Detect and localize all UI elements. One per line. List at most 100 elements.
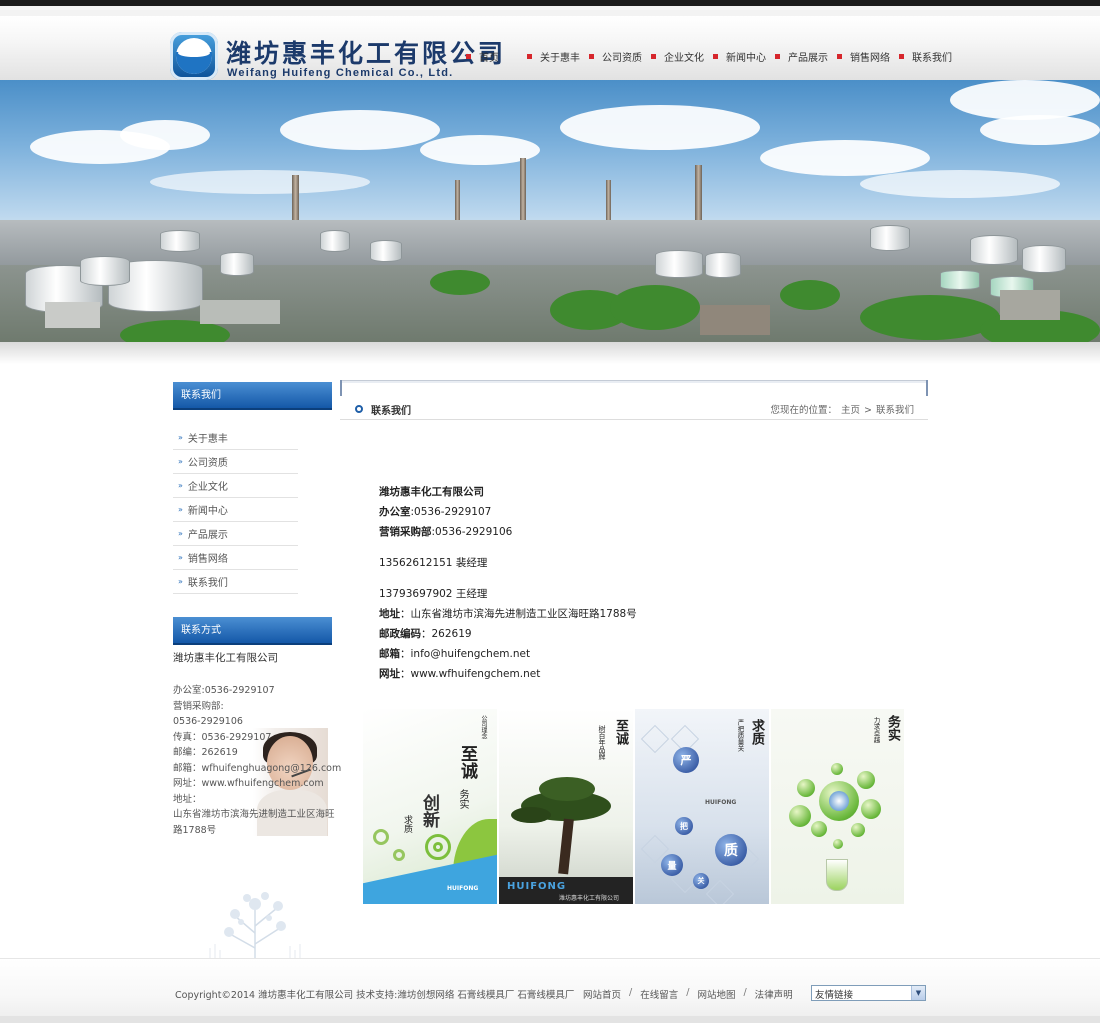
breadcrumb-current: 联系我们: [875, 405, 914, 416]
poster2-brand: HUIFONG: [507, 881, 567, 892]
contact-details: 潍坊惠丰化工有限公司 办公室:0536-2929107 营销采购部:0536-2…: [379, 482, 637, 684]
footer-bottom-strip: [0, 1016, 1100, 1023]
sidebar-item-sales[interactable]: » 销售网络: [173, 546, 298, 570]
sidebar-contact-title: 联系方式: [173, 617, 332, 645]
nav-label: 公司资质: [602, 52, 642, 64]
poster-quality: 求质 严把质量关 HUIFONG 严 把 质 量 关: [635, 709, 769, 904]
nav-bullet-icon: [775, 53, 780, 59]
footer-links: 网站首页 / 在线留言 / 网站地图 / 法律声明: [583, 987, 793, 1001]
sidebar-contact-line: 邮箱：wfhuifenghuagong@126.com: [173, 762, 342, 774]
sidebar-contact-line: 营销采购部:: [173, 700, 224, 712]
poster1-text-d: 求质: [402, 815, 412, 833]
poster1-text-e: 公司理念: [480, 715, 487, 739]
culture-posters: 至诚 公司理念 务实 创新 求质 HUIFONG HUIFONG 潍坊惠丰化工有…: [363, 709, 904, 904]
nav-item-contact[interactable]: 联系我们: [899, 46, 952, 66]
sidebar-menu: » 关于惠丰 » 公司资质 » 企业文化 » 新闻中心 » 产品展示 » 销售网络 » 联系我…: [173, 426, 298, 594]
poster3-text-b: 严把质量关: [736, 719, 744, 752]
poster3-text-a: 求质: [749, 719, 764, 745]
poster2-text-b: 树百年品牌: [598, 725, 606, 760]
sales-label: 营销采购部: [379, 526, 432, 538]
poster-century-brand: HUIFONG 潍坊惠丰化工有限公司 至诚 树百年品牌: [499, 709, 633, 904]
sidebar-contact-line: 邮编：262619: [173, 747, 238, 758]
sidebar-menu-title: 联系我们: [173, 382, 332, 410]
sidebar-contact-line: 办公室:0536-2929107: [173, 685, 275, 696]
nav-bullet-icon: [651, 53, 656, 59]
poster3-ball: 把: [675, 817, 693, 835]
header: 潍坊惠丰化工有限公司 Weifang Huifeng Chemical Co.,…: [0, 6, 1100, 80]
poster1-text-c: 创新: [419, 794, 439, 828]
chevron-right-icon: »: [178, 433, 183, 442]
footer-link-legal[interactable]: 法律声明: [755, 987, 793, 1001]
nav-item-culture[interactable]: 企业文化: [651, 46, 704, 66]
decorative-plant-icon: [209, 892, 301, 962]
friend-links-select[interactable]: 友情链接 ▼: [811, 985, 926, 1001]
office-phone: :0536-2929107: [410, 506, 492, 518]
sidebar-item-label: 销售网络: [187, 554, 228, 565]
office-label: 办公室: [379, 506, 411, 518]
nav-label: 产品展示: [788, 52, 828, 64]
banner-shadow: [0, 342, 1100, 364]
poster3-ball: 关: [693, 873, 709, 889]
nav-label: 企业文化: [664, 52, 704, 64]
poster1-text-b: 务实: [457, 789, 468, 809]
nav-bullet-icon: [837, 53, 842, 59]
content-header-bar: [340, 380, 928, 383]
sidebar-item-qualification[interactable]: » 公司资质: [173, 450, 298, 474]
nav-item-products[interactable]: 产品展示: [775, 46, 828, 66]
sidebar-item-label: 新闻中心: [187, 506, 228, 517]
logo-emblem-icon: [170, 32, 218, 80]
nav-bullet-icon: [899, 53, 904, 59]
contact-person-pei: 13562612151 裴经理: [379, 557, 488, 569]
content-title: 联系我们: [371, 406, 411, 417]
chevron-right-icon: »: [178, 553, 183, 562]
email-label: 邮箱: [379, 648, 400, 660]
footer-link-message[interactable]: 在线留言: [640, 987, 678, 1001]
website-value[interactable]: ：www.wfhuifengchem.net: [400, 668, 540, 680]
nav-bullet-icon: [466, 53, 471, 59]
poster3-logo: HUIFONG: [705, 799, 737, 806]
chevron-right-icon: »: [178, 457, 183, 466]
footer-link-sitemap[interactable]: 网站地图: [697, 987, 735, 1001]
nav-item-about[interactable]: 关于惠丰: [527, 46, 580, 66]
footer-copyright: Copyright©2014 潍坊惠丰化工有限公司 技术支持:潍坊创想网络 石膏…: [175, 990, 575, 1001]
sidebar-contact-company: 潍坊惠丰化工有限公司: [173, 652, 278, 664]
friend-links-select-value: 友情链接: [815, 990, 854, 1001]
sidebar-contact-line: 路1788号: [173, 824, 217, 836]
contact-person-wang: 13793697902 王经理: [379, 588, 488, 600]
poster2-text-a: 至诚: [613, 719, 628, 745]
sidebar-item-contact[interactable]: » 联系我们: [173, 570, 298, 594]
email-value[interactable]: ：info@huifengchem.net: [400, 648, 530, 660]
sidebar-contact-info: 潍坊惠丰化工有限公司 办公室:0536-2929107 营销采购部: 0536-…: [173, 650, 342, 838]
sidebar-item-news[interactable]: » 新闻中心: [173, 498, 298, 522]
sidebar-contact-line: 传真：0536-2929107: [173, 731, 272, 743]
nav-bullet-icon: [713, 53, 718, 59]
nav-item-home[interactable]: 首页: [466, 46, 499, 66]
logo-text-en: Weifang Huifeng Chemical Co., Ltd.: [227, 67, 454, 79]
zip-value: ：262619: [421, 628, 472, 640]
sidebar-item-about[interactable]: » 关于惠丰: [173, 426, 298, 450]
chevron-down-icon: ▼: [911, 986, 925, 1000]
sidebar-contact-line: 山东省潍坊市滨海先进制造工业区海旺: [173, 809, 335, 820]
nav-item-sales[interactable]: 销售网络: [837, 46, 890, 66]
nav-item-qualification[interactable]: 公司资质: [589, 46, 642, 66]
sidebar-item-culture[interactable]: » 企业文化: [173, 474, 298, 498]
sidebar-item-label: 联系我们: [187, 578, 228, 589]
address-value: ：山东省潍坊市滨海先进制造工业区海旺路1788号: [400, 608, 637, 620]
breadcrumb: 您现在的位置： 主页 > 联系我们: [768, 402, 916, 416]
content-header: 联系我们 您现在的位置： 主页 > 联系我们: [340, 380, 928, 420]
sidebar-contact-line: 0536-2929106: [173, 716, 243, 727]
footer: Copyright©2014 潍坊惠丰化工有限公司 技术支持:潍坊创想网络 石膏…: [0, 958, 1100, 1023]
zip-label: 邮政编码: [379, 628, 421, 640]
sidebar-item-products[interactable]: » 产品展示: [173, 522, 298, 546]
footer-link-home[interactable]: 网站首页: [583, 987, 621, 1001]
sidebar-item-label: 产品展示: [187, 530, 228, 541]
nav-bullet-icon: [589, 53, 594, 59]
nav-item-news[interactable]: 新闻中心: [713, 46, 766, 66]
company-name: 潍坊惠丰化工有限公司: [379, 486, 484, 498]
nav-label: 关于惠丰: [540, 52, 580, 64]
sales-phone: :0536-2929106: [431, 526, 513, 538]
nav-label: 新闻中心: [726, 52, 766, 64]
nav-label: 联系我们: [912, 52, 952, 64]
breadcrumb-home-link[interactable]: 主页: [841, 405, 860, 416]
poster3-ball: 质: [715, 834, 747, 866]
